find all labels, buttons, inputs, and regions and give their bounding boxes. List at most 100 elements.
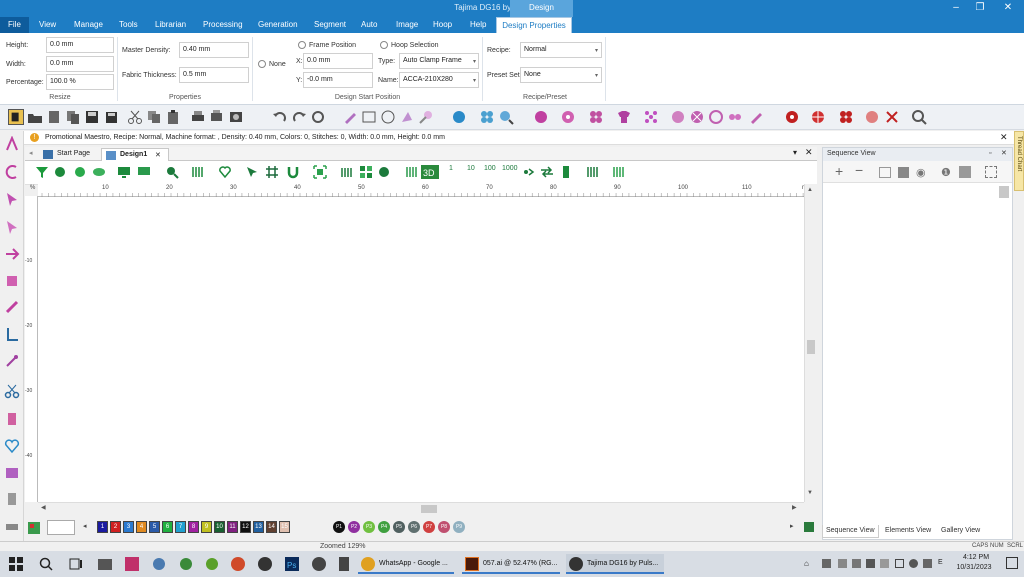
lock-icon[interactable] [898, 167, 909, 178]
running-stitch-icon[interactable] [4, 299, 20, 315]
thread-icon[interactable] [53, 165, 67, 179]
zoom-fabric-icon[interactable] [498, 109, 514, 125]
palette-p5[interactable]: P5 [393, 521, 405, 533]
scroll-thumb[interactable] [807, 340, 815, 354]
horizontal-scrollbar[interactable]: ◀ ▶ [38, 502, 804, 514]
tab-design1[interactable]: Design1 ✕ [101, 148, 169, 161]
width-field[interactable]: 0.0 mm [46, 56, 114, 72]
wifi-icon[interactable] [909, 559, 918, 568]
color-swatch-10[interactable]: 10 [214, 521, 225, 533]
stitch-fill-icon[interactable] [405, 165, 419, 179]
globe-icon[interactable] [451, 109, 467, 125]
close-icon[interactable]: ✕ [805, 147, 813, 158]
color-swatch-11[interactable]: 11 [227, 521, 238, 533]
frame-position-radio[interactable] [298, 41, 306, 49]
tray-app-icon[interactable] [822, 559, 831, 568]
menu-manage[interactable]: Manage [74, 20, 103, 29]
applique-icon[interactable] [560, 109, 576, 125]
pattern-grid-icon[interactable] [359, 165, 373, 179]
select-all-icon[interactable] [879, 167, 891, 178]
palette-p7[interactable]: P7 [423, 521, 435, 533]
expand-icon[interactable] [313, 165, 327, 179]
current-color-box[interactable] [47, 520, 75, 535]
pin-icon[interactable]: ◂ [29, 149, 33, 157]
file-explorer-icon[interactable] [97, 556, 113, 572]
color-swatch-2[interactable]: 2 [110, 521, 121, 533]
spiral-icon[interactable] [708, 109, 724, 125]
y-field[interactable]: -0.0 mm [303, 72, 373, 88]
color-swatch-8[interactable]: 8 [188, 521, 199, 533]
text-tool-icon[interactable] [4, 136, 20, 152]
clock-date[interactable]: 10/31/2023 [952, 564, 996, 571]
palette-p3[interactable]: P3 [363, 521, 375, 533]
preset-set-select[interactable]: None [520, 67, 602, 83]
x-field[interactable]: 0.0 mm [303, 53, 373, 69]
pencil-icon[interactable] [342, 109, 358, 125]
column-stitch-icon[interactable] [340, 165, 354, 179]
scissors-icon[interactable] [4, 383, 20, 399]
monitor-grid-icon[interactable] [137, 165, 151, 179]
type-select[interactable]: Auto Clamp Frame [399, 53, 479, 69]
menu-view[interactable]: View [39, 20, 56, 29]
scroll-right-icon[interactable]: ▶ [792, 504, 797, 511]
color-swatch-6[interactable]: 6 [162, 521, 173, 533]
new-icon[interactable] [46, 109, 62, 125]
color-swatch-1[interactable]: 1 [97, 521, 108, 533]
monitor-icon[interactable] [117, 165, 131, 179]
menu-librarian[interactable]: Librarian [155, 20, 186, 29]
tray-app-icon[interactable] [852, 559, 861, 568]
design-canvas[interactable] [38, 197, 804, 502]
color-swatch-9[interactable]: 9 [201, 521, 212, 533]
scroll-left-icon[interactable]: ◀ [41, 504, 46, 511]
close-icon[interactable]: ✕ [996, 2, 1020, 13]
thread-chart-tab[interactable]: Thread Chart [1014, 131, 1024, 191]
prev-color-icon[interactable]: ◂ [83, 522, 87, 530]
image-icon[interactable] [4, 465, 20, 481]
palette-icon[interactable] [27, 521, 41, 535]
stitch-lines-icon[interactable] [586, 165, 600, 179]
tab-elements-view[interactable]: Elements View [882, 525, 934, 538]
cut-icon[interactable] [127, 109, 143, 125]
menu-help[interactable]: Help [470, 20, 486, 29]
scroll-thumb[interactable] [421, 505, 437, 513]
volume-icon[interactable] [923, 559, 932, 568]
line-tool-icon[interactable] [4, 326, 20, 342]
select-tool-icon[interactable] [8, 109, 24, 125]
visibility-icon[interactable]: ◉ [916, 166, 926, 179]
vertical-scrollbar[interactable]: ▲ ▼ [804, 184, 817, 502]
magnet-icon[interactable] [286, 165, 300, 179]
close-icon[interactable]: ✕ [1001, 149, 1007, 157]
3d-view-icon[interactable]: 3D [421, 165, 439, 179]
shirt-icon[interactable] [616, 109, 632, 125]
step-100-button[interactable]: 100 [484, 165, 496, 172]
tray-app-icon[interactable] [880, 559, 889, 568]
needle-icon[interactable] [4, 353, 20, 369]
print-preview-icon[interactable] [209, 109, 225, 125]
copy-file-icon[interactable] [65, 109, 81, 125]
maximize-icon[interactable]: ❐ [968, 2, 992, 13]
tab-gallery-view[interactable]: Gallery View [938, 525, 983, 538]
tray-app-icon[interactable] [838, 559, 847, 568]
copy-icon[interactable] [146, 109, 162, 125]
grid-icon[interactable] [265, 165, 279, 179]
zoom-green-icon[interactable] [165, 165, 179, 179]
open-icon[interactable] [27, 109, 43, 125]
fill-tool-icon[interactable] [4, 273, 20, 289]
ellipse-icon[interactable] [380, 109, 396, 125]
percentage-field[interactable]: 100.0 % [46, 74, 114, 90]
remove-icon[interactable]: − [855, 162, 863, 178]
height-field[interactable]: 0.0 mm [46, 37, 114, 53]
arrows-icon[interactable] [540, 165, 554, 179]
dots-pattern-icon[interactable] [643, 109, 659, 125]
save-all-icon[interactable] [103, 109, 119, 125]
palette-p8[interactable]: P8 [438, 521, 450, 533]
step-1-button[interactable]: 1 [449, 165, 453, 172]
red-target-icon[interactable] [810, 109, 826, 125]
menu-auto[interactable]: Auto [361, 20, 377, 29]
scroll-up-icon[interactable]: ▲ [807, 187, 813, 193]
minimize-icon[interactable]: – [944, 2, 968, 13]
close-tab-icon[interactable]: ✕ [155, 151, 161, 159]
stitch-bars-icon[interactable] [191, 165, 205, 179]
red-circle-icon[interactable] [864, 109, 880, 125]
grid-flower-icon[interactable] [479, 109, 495, 125]
